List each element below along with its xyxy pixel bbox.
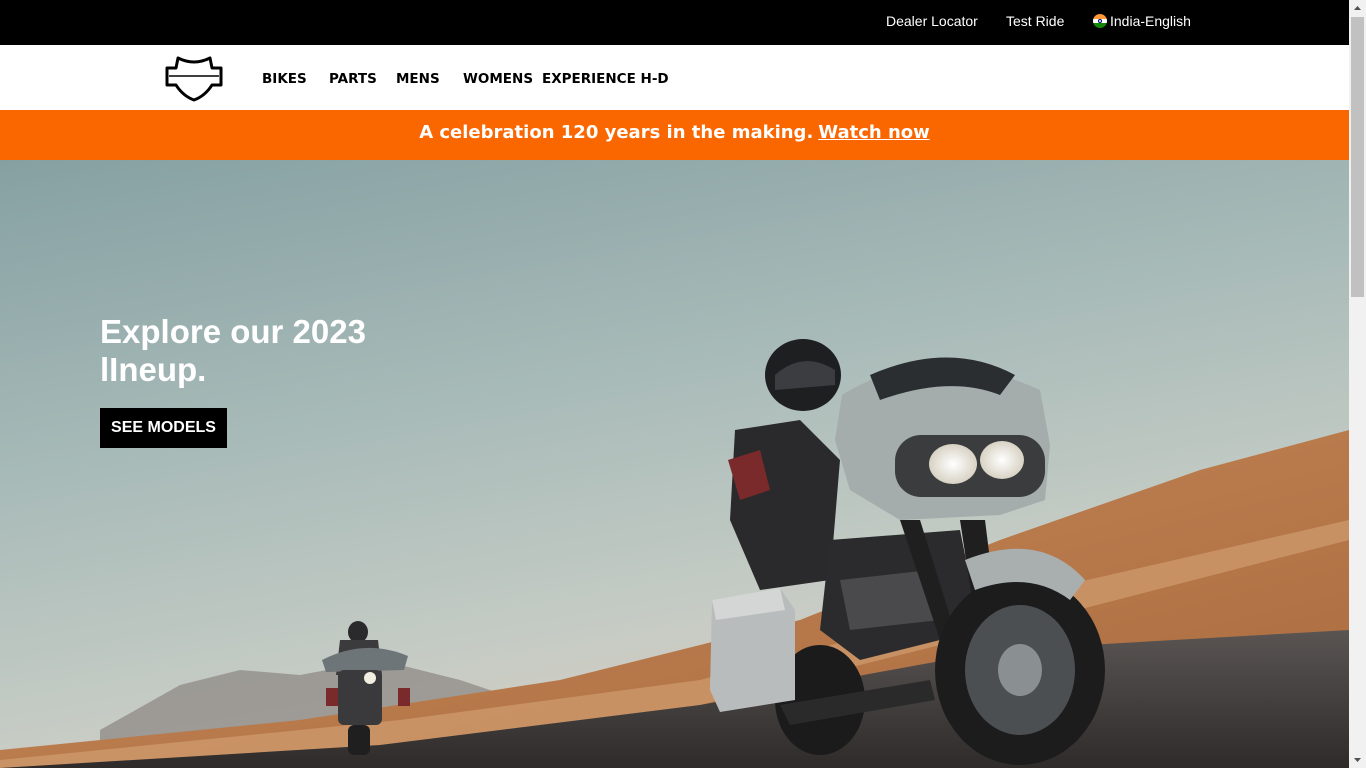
nav-item-parts[interactable]: PARTS bbox=[329, 71, 377, 87]
hero-headline: Explore our 2023 lIneup. bbox=[100, 313, 366, 388]
dealer-locator-link[interactable]: Dealer Locator bbox=[886, 13, 978, 29]
language-selector[interactable]: India-English bbox=[1093, 13, 1191, 29]
nav-item-womens[interactable]: WOMENS bbox=[463, 71, 533, 87]
language-label: India-English bbox=[1110, 13, 1191, 29]
promo-content: A celebration 120 years in the making. Wa… bbox=[419, 122, 930, 143]
main-navigation: BIKES PARTS MENS WOMENS EXPERIENCE H-D bbox=[0, 45, 1349, 110]
scrollbar-thumb[interactable] bbox=[1351, 17, 1364, 297]
nav-item-experience-hd[interactable]: EXPERIENCE H-D bbox=[542, 71, 669, 87]
nav-item-bikes[interactable]: BIKES bbox=[262, 71, 307, 87]
nav-item-mens[interactable]: MENS bbox=[396, 71, 440, 87]
watch-now-link[interactable]: Watch now bbox=[818, 122, 930, 143]
promo-text: A celebration 120 years in the making. bbox=[419, 122, 814, 143]
harley-davidson-logo-icon[interactable] bbox=[165, 54, 223, 102]
scroll-up-arrow-icon[interactable] bbox=[1349, 0, 1366, 17]
hero-section: Explore our 2023 lIneup. SEE MODELS bbox=[0, 160, 1349, 768]
test-ride-link[interactable]: Test Ride bbox=[1006, 13, 1064, 29]
page-scrollbar[interactable] bbox=[1349, 0, 1366, 768]
scroll-down-arrow-icon[interactable] bbox=[1349, 751, 1366, 768]
promo-banner: A celebration 120 years in the making. Wa… bbox=[0, 110, 1349, 160]
utility-bar: Dealer Locator Test Ride India-English bbox=[0, 0, 1349, 45]
see-models-button[interactable]: SEE MODELS bbox=[100, 408, 227, 448]
hero-motorcycle-photo bbox=[0, 160, 1349, 768]
india-flag-icon bbox=[1093, 14, 1107, 28]
